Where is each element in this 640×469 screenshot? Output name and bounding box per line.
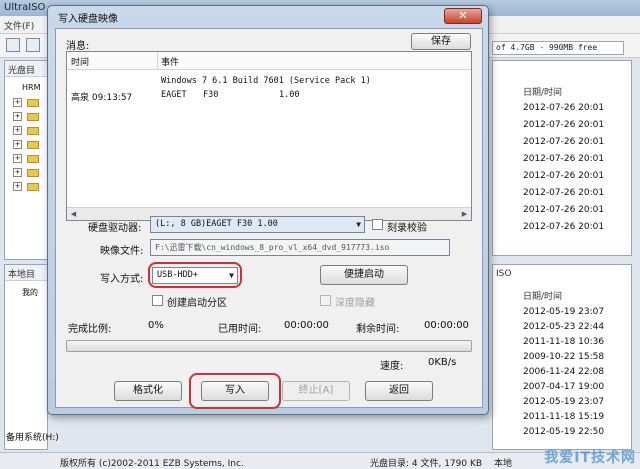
expand-icon[interactable]: +	[13, 112, 22, 121]
date-cell: 2012-07-26 20:01	[523, 222, 605, 232]
tree-item-hrm[interactable]: HRM	[8, 83, 48, 95]
verify-checkbox[interactable]	[372, 219, 383, 230]
expand-icon[interactable]: +	[13, 182, 22, 191]
open-icon[interactable]	[26, 38, 40, 52]
tree-item-backup[interactable]: 备用系统(H:)	[6, 430, 86, 443]
iso-label: ISO	[496, 269, 512, 279]
folder-icon	[27, 155, 39, 163]
local-status: 本地	[494, 459, 513, 469]
column-divider	[157, 52, 158, 70]
drive-select[interactable]: (L:, 8 GB)EAGET F30 1.00 ▼	[150, 216, 365, 233]
tree-item-my[interactable]: 我的	[8, 287, 48, 299]
log-model: F30	[203, 90, 219, 100]
image-file-label: 映像文件:	[100, 246, 144, 257]
hide-checkbox[interactable]	[320, 295, 331, 306]
expand-icon[interactable]: +	[13, 168, 22, 177]
log-version: 1.00	[279, 90, 300, 100]
log-time: 高泉 09:13:57	[71, 93, 133, 103]
create-partition-label: 创建启动分区	[167, 298, 227, 309]
date-column-header[interactable]: 日期/时间	[523, 289, 562, 302]
dialog-title: 写入硬盘映像	[58, 14, 118, 25]
disc-dir-status: 光盘目录: 4 文件, 1790 KB	[370, 459, 483, 469]
folder-icon	[27, 183, 39, 191]
date-cell: 2012-07-26 20:01	[523, 120, 605, 130]
date-cell: 2012-07-26 20:01	[523, 205, 605, 215]
save-button[interactable]: 保存	[411, 33, 471, 50]
date-column-header[interactable]: 日期/时间	[523, 85, 562, 98]
time-column-header[interactable]: 时间	[71, 55, 89, 68]
progress-label: 完成比例:	[68, 324, 112, 335]
date-cell: 2011-11-18 15:19	[523, 412, 605, 422]
progress-bar	[66, 340, 472, 352]
highlight-ring	[189, 373, 281, 409]
date-cell: 2012-07-26 20:01	[523, 137, 605, 147]
hide-label: 深度隐藏	[335, 298, 375, 309]
scroll-left-icon[interactable]: ◀	[68, 209, 79, 219]
expand-icon[interactable]: +	[13, 140, 22, 149]
copyright-text: 版权所有 (c)2002-2011 EZB Systems, Inc.	[60, 459, 244, 469]
event-column-header[interactable]: 事件	[161, 55, 179, 68]
close-button[interactable]: ✕	[444, 8, 482, 24]
disc-dir-label: 光盘目	[5, 61, 47, 77]
app-title: UltraISO	[4, 2, 46, 13]
dialog-body: 消息: 保存 时间 事件 Windows 7 6.1 Build 7601 (S…	[55, 28, 483, 409]
menu-file[interactable]: 文件(F)	[4, 19, 34, 32]
date-cell: 2012-07-26 20:01	[523, 103, 605, 113]
messages-header: 时间 事件	[67, 52, 471, 70]
progress-value: 0%	[148, 320, 164, 331]
free-space-indicator: of 4.7GB - 990MB free	[492, 41, 624, 55]
chevron-down-icon: ▼	[356, 220, 361, 229]
date-cell: 2012-07-26 20:01	[523, 171, 605, 181]
expand-icon[interactable]: +	[13, 126, 22, 135]
elapsed-value: 00:00:00	[284, 320, 329, 331]
messages-label: 消息:	[66, 41, 90, 52]
elapsed-label: 已用时间:	[218, 324, 262, 335]
local-file-list: ISO 日期/时间 2012-05-19 23:07 2012-05-23 22…	[492, 264, 632, 450]
date-cell: 2006-11-24 22:08	[523, 367, 605, 377]
date-cell: 2007-04-17 19:00	[523, 382, 605, 392]
folder-icon	[27, 127, 39, 135]
date-cell: 2009-10-22 15:58	[523, 352, 605, 362]
back-button[interactable]: 返回	[365, 381, 433, 401]
verify-label: 刻录校验	[387, 223, 427, 234]
drive-value: (L:, 8 GB)EAGET F30 1.00	[155, 219, 278, 229]
image-file-input[interactable]: F:\迅雷下载\cn_windows_8_pro_vl_x64_dvd_9177…	[150, 239, 450, 256]
image-file-path: F:\迅雷下载\cn_windows_8_pro_vl_x64_dvd_9177…	[155, 243, 390, 252]
watermark-logo: 我爱IT技术网	[544, 450, 636, 466]
messages-list[interactable]: 时间 事件 Windows 7 6.1 Build 7601 (Service …	[66, 51, 472, 221]
drive-label: 硬盘驱动器:	[88, 223, 142, 234]
format-button[interactable]: 格式化	[114, 381, 182, 401]
speed-label: 速度:	[380, 361, 404, 372]
date-cell: 2012-05-19 23:07	[523, 307, 605, 317]
highlight-ring	[148, 262, 242, 288]
new-icon[interactable]	[6, 38, 20, 52]
remaining-value: 00:00:00	[424, 320, 469, 331]
log-line-os: Windows 7 6.1 Build 7601 (Service Pack 1…	[161, 76, 371, 86]
date-cell: 2012-07-26 20:01	[523, 188, 605, 198]
remaining-label: 剩余时间:	[356, 324, 400, 335]
folder-icon	[27, 169, 39, 177]
stop-button[interactable]: 终止[A]	[282, 381, 350, 401]
date-cell: 2012-05-23 22:44	[523, 322, 605, 332]
write-method-label: 写入方式:	[100, 274, 144, 285]
create-partition-checkbox[interactable]	[152, 295, 163, 306]
local-dir-label: 本地目	[5, 265, 47, 281]
folder-icon	[27, 99, 39, 107]
write-disk-image-dialog: 写入硬盘映像 ✕ 消息: 保存 时间 事件 Windows 7 6.1 Buil…	[47, 5, 489, 415]
date-cell: 2011-11-18 10:36	[523, 337, 605, 347]
expand-icon[interactable]: +	[13, 98, 22, 107]
scroll-right-icon[interactable]: ▶	[459, 209, 470, 219]
folder-icon	[27, 141, 39, 149]
disc-file-list: 日期/时间 2012-07-26 20:01 2012-07-26 20:01 …	[492, 60, 632, 256]
local-tree-pane: 本地目 我的	[4, 264, 48, 450]
date-cell: 2012-05-19 22:50	[523, 427, 605, 437]
disc-tree-pane: 光盘目 HRM + + + + + + +	[4, 60, 48, 260]
date-cell: 2012-07-26 20:01	[523, 154, 605, 164]
quick-boot-button[interactable]: 便捷启动	[320, 265, 408, 285]
date-cell: 2012-05-19 23:07	[523, 397, 605, 407]
speed-value: 0KB/s	[428, 357, 457, 368]
folder-icon	[27, 113, 39, 121]
log-device: EAGET	[161, 90, 187, 100]
expand-icon[interactable]: +	[13, 154, 22, 163]
